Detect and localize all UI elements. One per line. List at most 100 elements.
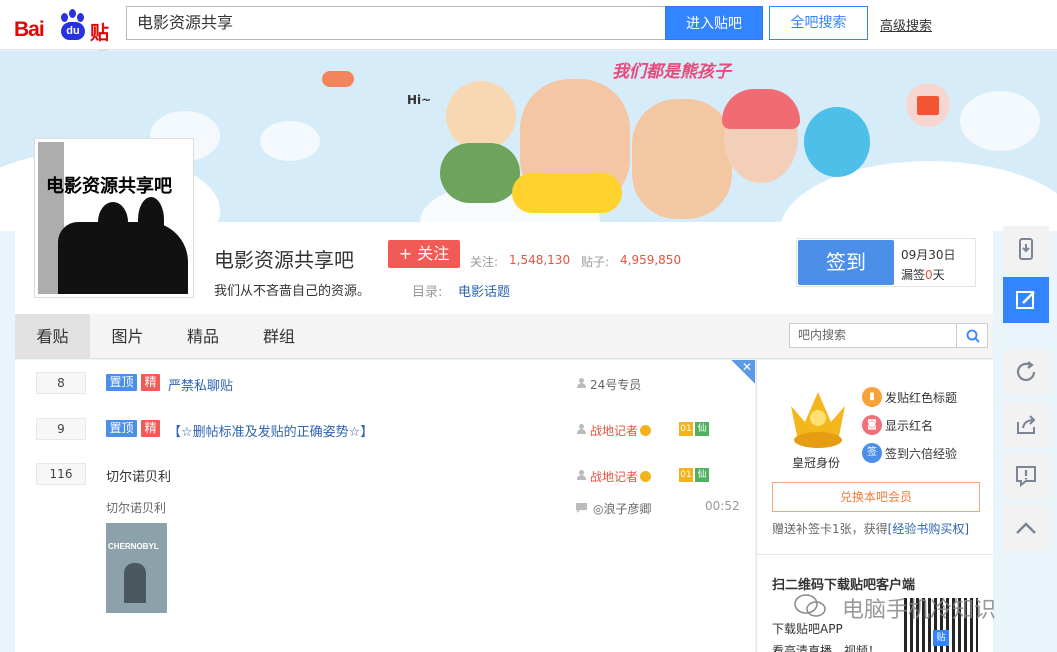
user-icon <box>577 424 586 434</box>
report-icon <box>1016 466 1036 488</box>
baidu-tieba-logo[interactable]: Bai du 贴吧 <box>14 6 119 71</box>
bookmark-icon: ▮ <box>862 387 882 407</box>
watermark-text: 电脑手机冷知识 <box>842 598 997 623</box>
bonus-text: 赠送补签卡1张，获得[经验书购买权] <box>772 522 970 536</box>
rail-refresh[interactable] <box>1003 349 1049 395</box>
rail-share[interactable] <box>1003 402 1049 448</box>
qr-tieba-badge: 贴 <box>933 630 949 646</box>
rail-download[interactable] <box>1003 226 1049 272</box>
tab-featured[interactable]: 精品 <box>165 314 241 359</box>
pinned-tag: 置顶 <box>106 374 137 391</box>
banner-hi-text: Hi~ <box>407 93 432 107</box>
thread-author[interactable]: 24号专员 <box>590 376 641 393</box>
bonus-link[interactable]: [经验书购买权] <box>888 522 969 536</box>
last-reply-user[interactable]: ◎浪子彦卿 <box>593 500 651 517</box>
search-icon <box>966 329 980 343</box>
posts-label: 贴子: <box>581 255 610 269</box>
character-blue <box>804 107 870 177</box>
thread-abstract: 切尔诺贝利 <box>106 501 167 515</box>
directory-link[interactable]: 电影话题 <box>458 281 510 300</box>
level-badge: 01 <box>679 468 693 482</box>
back-to-top-icon <box>1016 522 1036 534</box>
search-all-button[interactable]: 全吧搜索 <box>769 6 868 40</box>
reply-count: 9 <box>36 418 86 440</box>
forum-search-input[interactable]: 吧内搜索 <box>789 323 957 348</box>
reply-count: 116 <box>36 463 86 485</box>
directory-label: 目录: <box>412 285 443 300</box>
posts-count: 4,959,850 <box>620 253 682 267</box>
ufo-icon <box>322 71 354 87</box>
medal-icon <box>640 471 651 482</box>
reply-count: 8 <box>36 372 86 394</box>
medal-icon <box>640 425 651 436</box>
rail-report[interactable] <box>1003 453 1049 499</box>
enter-forum-button[interactable]: 进入贴吧 <box>665 6 763 40</box>
close-icon: ✕ <box>741 360 752 374</box>
rail-back-to-top[interactable] <box>1003 505 1049 551</box>
thread-author[interactable]: 战地记者 <box>590 468 638 485</box>
search-input[interactable]: 电影资源共享 <box>126 6 666 40</box>
forum-search-button[interactable] <box>956 323 988 348</box>
sign-perk-icon: 签 <box>862 443 882 463</box>
character-girl-hair <box>722 89 800 129</box>
user-icon <box>577 470 586 480</box>
perk-red-name: 显示红名 <box>885 419 934 433</box>
rail-edit[interactable] <box>1003 277 1049 323</box>
edit-post-icon <box>1016 291 1035 309</box>
logo-du: du <box>61 22 85 40</box>
share-icon <box>1017 415 1036 434</box>
advanced-search-link[interactable]: 高级搜索 <box>880 15 932 34</box>
qr-desc: 下载贴吧APP <box>772 622 843 636</box>
character-glasses <box>446 81 516 151</box>
thread-title[interactable]: 【☆删帖标准及发贴的正确姿势☆】 <box>168 421 373 440</box>
redeem-member-button[interactable]: 兑换本吧会员 <box>772 482 980 512</box>
sign-in-date: 09月30日 <box>901 248 956 262</box>
featured-tag: 精 <box>141 374 160 391</box>
missed-sign-in: 漏签0天 <box>901 268 945 282</box>
sign-in-button[interactable]: 签到 <box>798 240 894 285</box>
character-bear <box>632 99 732 219</box>
crown-label: 皇冠身份 <box>792 456 841 470</box>
paw-icon: du <box>58 9 88 41</box>
thread-title[interactable]: 切尔诺贝利 <box>106 466 171 485</box>
tab-images[interactable]: 图片 <box>90 314 165 359</box>
forum-slogan: 我们从不吝啬自己的资源。 <box>214 284 371 299</box>
user-icon <box>577 378 586 388</box>
logo-bai: Bai <box>14 18 45 41</box>
perk-red-title: 发贴红色标题 <box>885 391 958 405</box>
thread-thumbnail[interactable]: CHERNOBYL <box>106 523 167 613</box>
perk-six-exp: 签到六倍经验 <box>885 447 958 461</box>
pinned-tag: 置顶 <box>106 420 137 437</box>
refresh-icon <box>1016 361 1036 381</box>
immortal-badge: 仙 <box>695 468 709 482</box>
tab-groups[interactable]: 群组 <box>241 314 317 359</box>
last-reply-time: 00:52 <box>705 499 740 513</box>
follow-button[interactable]: + 关注 <box>388 240 460 268</box>
duck-float <box>512 173 622 213</box>
thread-title[interactable]: 严禁私聊贴 <box>168 375 233 394</box>
sidebar-divider <box>756 554 993 555</box>
followers-label: 关注: <box>470 255 499 269</box>
thumbnail-caption: CHERNOBYL <box>108 542 159 551</box>
level-badge: 01 <box>679 422 693 436</box>
download-app-icon <box>1019 238 1033 260</box>
character-body-green <box>440 143 520 203</box>
top-bar: Bai du 贴吧 电影资源共享 进入贴吧 全吧搜索 高级搜索 <box>0 0 1057 71</box>
reply-icon <box>576 503 587 513</box>
crown-icon <box>791 392 845 448</box>
tab-posts[interactable]: 看贴 <box>15 314 90 359</box>
qr-title: 扫二维码下载贴吧客户端 <box>772 578 916 593</box>
immortal-badge: 仙 <box>695 422 709 436</box>
forum-avatar[interactable]: 电影资源共享吧 <box>34 138 194 298</box>
collapse-corner[interactable]: ✕ <box>731 360 755 384</box>
banner-slogan: 我们都是熊孩子 <box>612 62 731 82</box>
followers-count: 1,548,130 <box>509 253 571 267</box>
forum-name: 电影资源共享吧 <box>214 248 354 272</box>
featured-tag: 精 <box>141 420 160 437</box>
qr-desc-2: 看高清直播、视频！ <box>772 644 881 652</box>
chat-icon: ◙ <box>862 415 882 435</box>
avatar-title: 电影资源共享吧 <box>46 176 172 197</box>
gift-icon[interactable] <box>906 83 950 127</box>
thread-author[interactable]: 战地记者 <box>590 422 638 439</box>
wechat-icon <box>794 594 826 617</box>
